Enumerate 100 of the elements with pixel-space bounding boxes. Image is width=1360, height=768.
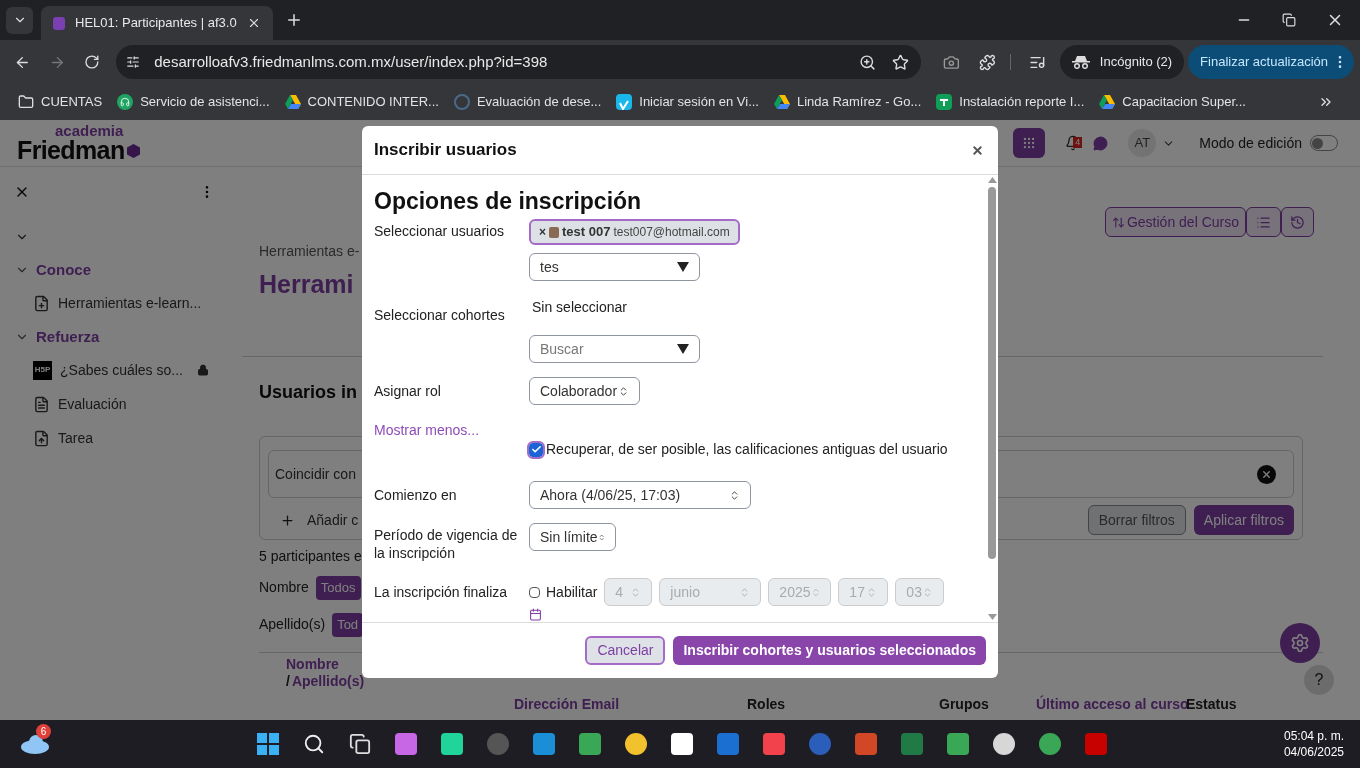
remove-filter-button[interactable] — [1257, 464, 1276, 484]
caret-icon — [677, 344, 689, 354]
logo-subtitle: academia — [54, 123, 125, 138]
bookmark[interactable]: Servicio de asistenci... — [117, 92, 270, 112]
bookmark[interactable]: Linda Ramírez - Go... — [774, 92, 922, 112]
search-icon[interactable] — [303, 733, 325, 755]
match-label: Coincidir con — [275, 464, 356, 484]
list-icon — [1256, 214, 1271, 230]
tab-list-button[interactable] — [6, 6, 33, 34]
address-bar[interactable]: desarrolloafv3.friedmanlms.com.mx/user/index.php?id=398 — [116, 45, 921, 79]
notification-count: 4 — [1073, 137, 1083, 148]
role-select[interactable]: Colaborador — [529, 377, 640, 405]
browser-tab[interactable]: HEL01: Participantes | af3.0 — [41, 6, 273, 40]
task-view-icon[interactable] — [349, 733, 371, 755]
camera-icon[interactable] — [942, 53, 960, 71]
checkbox-label[interactable]: Habilitar — [546, 581, 598, 603]
field-label: Comienzo en — [374, 485, 458, 505]
section-header[interactable]: Refuerza — [0, 325, 225, 349]
caret-icon — [677, 262, 689, 272]
initials-label: Nombre — [259, 578, 309, 598]
activity-link[interactable]: ¿Sabes cuáles so... — [60, 359, 183, 381]
app-icon[interactable] — [1039, 733, 1061, 755]
list-button[interactable] — [1246, 207, 1281, 237]
gear-icon — [1290, 633, 1310, 653]
windows-logo-icon[interactable] — [257, 733, 279, 755]
restore-icon[interactable] — [1282, 13, 1296, 27]
calendar-icon[interactable] — [529, 608, 542, 621]
cancel-button[interactable]: Cancelar — [585, 636, 666, 665]
column-header[interactable]: Dirección Email — [514, 695, 620, 712]
help-button[interactable]: ? — [1304, 665, 1334, 695]
dialog-title: Inscribir usuarios — [374, 139, 517, 162]
checkbox[interactable] — [529, 586, 540, 598]
plus-icon[interactable] — [280, 512, 295, 528]
activity-link[interactable]: Evaluación — [58, 393, 127, 415]
user-avatar[interactable]: AT — [1128, 129, 1157, 157]
scrollbar[interactable] — [986, 175, 998, 622]
notification-badge: 6 — [36, 724, 51, 739]
clear-filters-button[interactable]: Borrar filtros — [1087, 505, 1186, 535]
update-button[interactable]: Finalizar actualización — [1188, 45, 1354, 79]
bookmark[interactable]: CUENTAS — [18, 92, 103, 112]
chat-icon[interactable] — [1093, 135, 1109, 151]
new-tab-icon[interactable] — [285, 11, 303, 29]
checkbox[interactable] — [529, 442, 543, 457]
history-button[interactable] — [1281, 207, 1314, 237]
user-avatar-icon — [549, 226, 559, 238]
edit-mode-switch[interactable] — [1310, 135, 1338, 151]
logo-icon: H5P — [33, 360, 52, 380]
breadcrumb[interactable]: Herramientas e- — [259, 241, 360, 261]
selected-user-chip[interactable]: × test 007 test007@hotmail.com — [529, 219, 740, 245]
bookmark[interactable]: Iniciar sesión en Vi... — [616, 92, 759, 112]
zoom-icon[interactable] — [858, 53, 876, 71]
section-heading: Opciones de inscripción — [374, 187, 643, 215]
v-logo-icon — [616, 94, 633, 110]
user-search-field[interactable]: tes — [529, 253, 700, 281]
file-upload-icon — [33, 429, 50, 447]
cohort-search-field[interactable]: Buscar — [529, 335, 700, 363]
bookmark[interactable]: Capacitacion Super... — [1099, 92, 1246, 112]
activity-link[interactable]: Tarea — [58, 427, 94, 449]
app-icon[interactable] — [671, 733, 693, 755]
show-less-link[interactable]: Mostrar menos... — [374, 420, 986, 438]
puzzle-icon[interactable] — [979, 53, 997, 71]
edit-mode-label: Modo de edición — [1199, 133, 1302, 153]
reload-icon[interactable] — [84, 54, 101, 70]
bookmark[interactable]: CONTENIDO INTER... — [284, 92, 439, 112]
add-condition-link[interactable]: Añadir c — [307, 509, 359, 531]
initials-label: Apellido(s) — [259, 615, 326, 635]
scroll-down-icon[interactable] — [987, 614, 997, 620]
checkbox-label[interactable]: Recuperar, de ser posible, las calificaciones antiguas del usuario — [546, 439, 948, 460]
cloud-icon[interactable] — [20, 734, 50, 754]
duration-select[interactable]: Sin límite — [529, 523, 616, 551]
initial-filter-button[interactable]: Todos — [315, 575, 361, 600]
triangle-logo-icon — [1099, 95, 1116, 109]
remove-mark[interactable]: × — [539, 223, 546, 241]
close-icon[interactable] — [247, 16, 261, 30]
initial-filter-button[interactable]: Tod — [332, 612, 364, 637]
bookmark-star-icon[interactable] — [891, 53, 909, 71]
apply-filters-button[interactable]: Aplicar filtros — [1193, 505, 1294, 535]
activity-link[interactable]: Herramientas e-learn... — [58, 292, 202, 314]
cohort-status: Sin seleccionar — [531, 298, 628, 317]
site-info-icon[interactable] — [126, 55, 141, 69]
scroll-up-icon[interactable] — [987, 177, 997, 183]
column-header[interactable]: Apellido(s) — [291, 672, 365, 690]
settings-button[interactable] — [1280, 623, 1320, 663]
grid-icon — [1022, 136, 1037, 150]
close-icon[interactable] — [971, 143, 984, 157]
bookmark[interactable]: Instalación reporte I... — [936, 92, 1085, 112]
submit-button[interactable]: Inscribir cohortes y usuarios seleccionados — [673, 636, 986, 665]
apps-button[interactable] — [1013, 128, 1046, 158]
triangle-logo-icon — [774, 95, 790, 109]
folder-icon — [18, 94, 34, 110]
incognito-button[interactable]: Incógnito (2) — [1059, 45, 1185, 79]
clock-date: 04/06/2025 — [1283, 744, 1344, 760]
app-icon[interactable] — [625, 733, 647, 755]
app-icon[interactable] — [993, 733, 1015, 755]
section-header[interactable]: Conoce — [0, 258, 225, 282]
start-date-select[interactable]: Ahora (4/06/25, 17:03) — [529, 481, 751, 509]
incognito-icon — [1071, 55, 1090, 69]
bookmark[interactable]: Evaluación de dese... — [453, 92, 602, 112]
course-menu-button[interactable]: Gestión del Curso — [1104, 207, 1246, 237]
field-label: Asignar rol — [374, 381, 442, 401]
